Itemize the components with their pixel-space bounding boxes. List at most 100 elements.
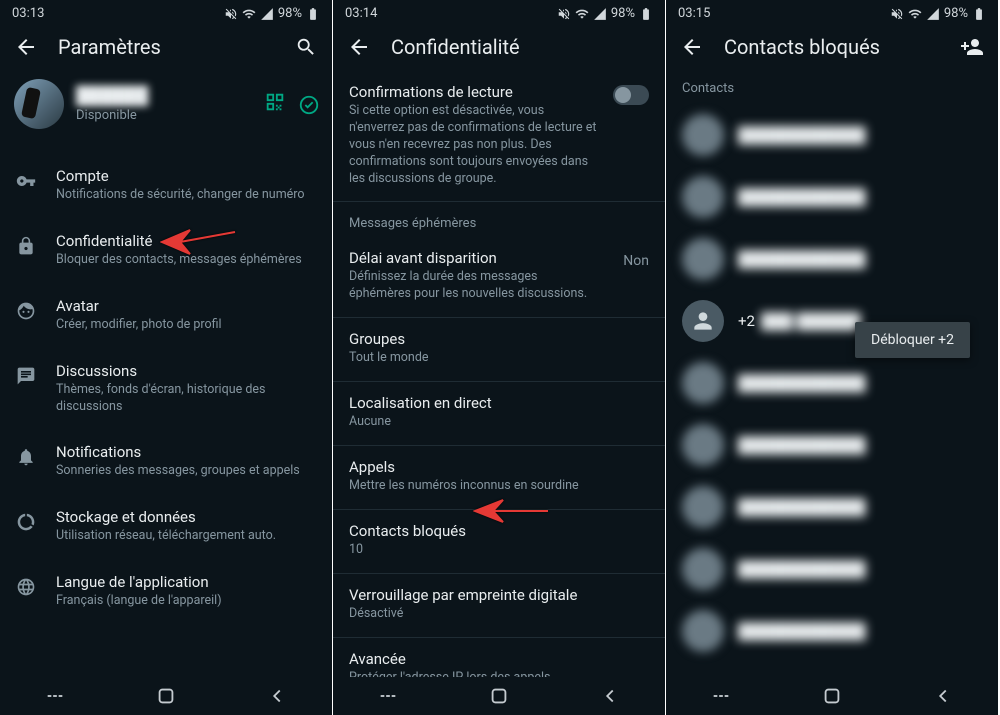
nav-back-icon[interactable]	[932, 685, 954, 707]
live-location-item[interactable]: Localisation en direct Aucune	[333, 382, 665, 446]
status-time: 03:13	[12, 6, 44, 21]
contact-avatar	[682, 176, 724, 218]
globe-icon	[14, 575, 38, 599]
disappearing-value: Non	[623, 253, 649, 269]
nav-back-icon[interactable]	[599, 685, 621, 707]
status-bar: 03:15 98%	[666, 0, 998, 25]
key-icon	[14, 169, 38, 193]
verified-icon	[298, 94, 318, 114]
data-usage-icon	[14, 510, 38, 534]
battery-icon	[639, 7, 653, 21]
back-button[interactable]	[347, 35, 371, 59]
disappearing-item[interactable]: Délai avant disparition Définissez la du…	[333, 237, 665, 318]
contact-item[interactable]: ████████████	[666, 166, 998, 228]
contact-item[interactable]: ████████████	[666, 538, 998, 600]
privacy-list: Confirmations de lecture Si cette option…	[333, 71, 665, 701]
contact-item[interactable]: ████████████	[666, 352, 998, 414]
nav-recents-icon[interactable]	[377, 685, 399, 707]
contact-avatar	[682, 238, 724, 280]
wifi-icon	[242, 7, 256, 21]
groups-item[interactable]: Groupes Tout le monde	[333, 318, 665, 382]
screen-contacts-bloques: 03:15 98% Contacts bloqués Contacts ████…	[666, 0, 999, 715]
setting-compte[interactable]: CompteNotifications de sécurité, changer…	[0, 155, 332, 220]
profile-row[interactable]: ██████ Disponible	[0, 71, 332, 147]
status-icons: 98%	[557, 6, 653, 21]
read-receipts-item[interactable]: Confirmations de lecture Si cette option…	[333, 71, 665, 202]
app-bar: Confidentialité	[333, 25, 665, 71]
app-bar: Contacts bloqués	[666, 25, 998, 71]
contact-number: ████████████	[738, 436, 866, 454]
status-bar: 03:14 98%	[333, 0, 665, 25]
settings-list: CompteNotifications de sécurité, changer…	[0, 147, 332, 626]
contact-number: ████████████	[738, 560, 866, 578]
nav-home-icon[interactable]	[488, 685, 510, 707]
status-battery: 98%	[611, 6, 635, 21]
status-battery: 98%	[278, 6, 302, 21]
setting-avatar[interactable]: AvatarCréer, modifier, photo de profil	[0, 285, 332, 350]
contact-item[interactable]: ████████████	[666, 414, 998, 476]
contact-avatar	[682, 362, 724, 404]
mute-icon	[224, 7, 238, 21]
setting-stockage[interactable]: Stockage et donnéesUtilisation réseau, t…	[0, 496, 332, 561]
contacts-list: ████████████ ████████████ ████████████ +…	[666, 104, 998, 662]
page-title: Confidentialité	[391, 35, 651, 59]
profile-avatar	[14, 79, 64, 129]
nav-recents-icon[interactable]	[44, 685, 66, 707]
calls-item[interactable]: Appels Mettre les numéros inconnus en so…	[333, 446, 665, 510]
contact-item[interactable]: ████████████	[666, 228, 998, 290]
contacts-header: Contacts	[666, 71, 998, 104]
add-contact-button[interactable]	[960, 35, 984, 59]
profile-name: ██████	[76, 86, 252, 106]
contact-item[interactable]: ████████████	[666, 104, 998, 166]
contact-avatar	[682, 486, 724, 528]
screen-confidentialite: 03:14 98% Confidentialité Confirmations …	[333, 0, 666, 715]
battery-icon	[972, 7, 986, 21]
lock-icon	[14, 234, 38, 258]
app-bar: Paramètres	[0, 25, 332, 71]
status-battery: 98%	[944, 6, 968, 21]
status-time: 03:14	[345, 6, 377, 21]
wifi-icon	[575, 7, 589, 21]
contact-number-visible: +2███ ██████	[738, 312, 860, 330]
page-title: Paramètres	[58, 35, 274, 59]
contact-item[interactable]: ████████████	[666, 600, 998, 662]
mute-icon	[557, 7, 571, 21]
nav-home-icon[interactable]	[155, 685, 177, 707]
battery-icon	[306, 7, 320, 21]
profile-status: Disponible	[76, 108, 252, 123]
nav-bar	[0, 677, 332, 715]
setting-notifications[interactable]: NotificationsSonneries des messages, gro…	[0, 431, 332, 496]
qr-icon[interactable]	[264, 91, 286, 118]
setting-discussions[interactable]: DiscussionsThèmes, fonds d'écran, histor…	[0, 350, 332, 432]
setting-langue[interactable]: Langue de l'applicationFrançais (langue …	[0, 561, 332, 626]
fingerprint-item[interactable]: Verrouillage par empreinte digitale Désa…	[333, 574, 665, 638]
search-button[interactable]	[294, 35, 318, 59]
contact-number: ████████████	[738, 374, 866, 392]
contact-item[interactable]: ████████████	[666, 476, 998, 538]
signal-icon	[926, 7, 940, 21]
back-button[interactable]	[14, 35, 38, 59]
read-receipts-toggle[interactable]	[613, 85, 649, 105]
blocked-contacts-item[interactable]: Contacts bloqués 10	[333, 510, 665, 574]
contact-avatar-default	[682, 300, 724, 342]
contact-number: ████████████	[738, 622, 866, 640]
nav-bar	[333, 677, 665, 715]
status-icons: 98%	[224, 6, 320, 21]
status-time: 03:15	[678, 6, 710, 21]
contact-avatar	[682, 548, 724, 590]
signal-icon	[260, 7, 274, 21]
setting-confidentialite[interactable]: ConfidentialitéBloquer des contacts, mes…	[0, 220, 332, 285]
contact-number: ████████████	[738, 250, 866, 268]
wifi-icon	[908, 7, 922, 21]
contact-number: ████████████	[738, 188, 866, 206]
back-button[interactable]	[680, 35, 704, 59]
contact-number: ████████████	[738, 126, 866, 144]
page-title: Contacts bloqués	[724, 35, 940, 59]
nav-home-icon[interactable]	[821, 685, 843, 707]
contact-number: ████████████	[738, 498, 866, 516]
bell-icon	[14, 445, 38, 469]
nav-recents-icon[interactable]	[710, 685, 732, 707]
ephemeral-section-header: Messages éphémères	[333, 202, 665, 237]
nav-back-icon[interactable]	[266, 685, 288, 707]
unblock-tooltip[interactable]: Débloquer +2	[855, 322, 970, 358]
